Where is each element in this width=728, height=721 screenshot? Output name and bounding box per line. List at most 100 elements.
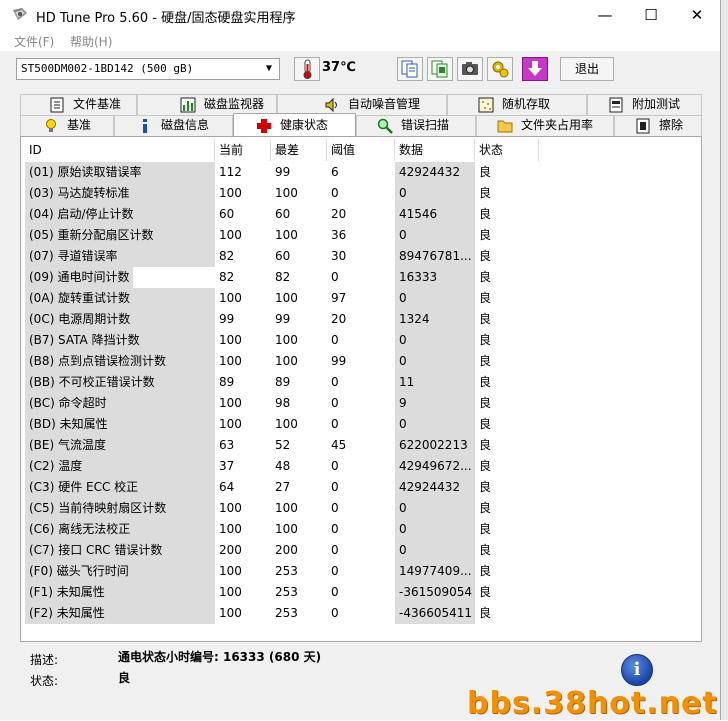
- tab-label: 磁盘信息: [161, 118, 210, 132]
- table-row[interactable]: (F0) 磁头飞行时间 100 253 0 14977409... 良: [25, 561, 699, 582]
- cell-current: 112: [219, 165, 242, 179]
- cell-worst: 52: [275, 438, 291, 452]
- tab-label: 擦除: [659, 118, 684, 132]
- menu-file[interactable]: 文件(F): [14, 33, 54, 50]
- tab-benchmark[interactable]: 基准: [20, 115, 114, 136]
- cell-id: (BB) 不可校正错误计数: [25, 372, 215, 393]
- table-row[interactable]: (BB) 不可校正错误计数 89 89 0 11 良: [25, 372, 699, 393]
- cell-threshold: 0: [331, 564, 339, 578]
- info-small-icon: [143, 119, 147, 133]
- table-row[interactable]: (0A) 旋转重试计数 100 100 97 0 良: [25, 288, 699, 309]
- minimize-button[interactable]: —: [582, 0, 628, 31]
- cell-status: 良: [479, 606, 492, 620]
- cell-worst: 100: [275, 291, 298, 305]
- column-header-data[interactable]: 数据: [395, 139, 475, 161]
- cell-worst: 60: [275, 249, 291, 263]
- tab-health[interactable]: 健康状态: [233, 113, 356, 136]
- health-options-button[interactable]: [487, 57, 513, 81]
- table-row[interactable]: (0C) 电源周期计数 99 99 20 1324 良: [25, 309, 699, 330]
- table-row[interactable]: (B8) 点到点错误检测计数 100 100 99 0 良: [25, 351, 699, 372]
- column-header-status[interactable]: 状态: [475, 139, 539, 161]
- cell-data: 0: [395, 225, 475, 246]
- cell-status: 良: [479, 375, 492, 389]
- cell-data: -436605411: [395, 603, 475, 624]
- cell-status: 良: [479, 480, 492, 494]
- tab-erase[interactable]: 擦除: [614, 115, 702, 136]
- screenshot-button[interactable]: [457, 57, 483, 81]
- cell-current: 100: [219, 333, 242, 347]
- table-row[interactable]: (05) 重新分配扇区计数 100 100 36 0 良: [25, 225, 699, 246]
- table-row[interactable]: (04) 启动/停止计数 60 60 20 41546 良: [25, 204, 699, 225]
- folder-icon: [497, 120, 513, 133]
- tab-label: 文件夹占用率: [521, 118, 594, 132]
- smart-table[interactable]: ID 当前 最差 阈值 数据 状态 (01) 原始读取错误率 112 99 6 4292…: [25, 139, 699, 639]
- info-icon[interactable]: i: [621, 654, 653, 686]
- tab-folder-usage[interactable]: 文件夹占用率: [476, 115, 614, 136]
- cell-current: 100: [219, 291, 242, 305]
- tab-disk-info[interactable]: 磁盘信息: [114, 115, 233, 136]
- maximize-button[interactable]: ☐: [628, 0, 674, 31]
- cell-status: 良: [479, 312, 492, 326]
- cell-id: (BD) 未知属性: [25, 414, 215, 435]
- cell-id: (F1) 未知属性: [25, 582, 215, 603]
- cell-current: 100: [219, 585, 242, 599]
- column-header-id[interactable]: ID: [25, 139, 215, 161]
- title-bar: HD Tune Pro 5.60 - 硬盘/固态硬盘实用程序 — ☐ ✕: [0, 0, 720, 31]
- column-header-current[interactable]: 当前: [215, 139, 271, 161]
- bulb-icon: [46, 119, 56, 132]
- tab-random-access[interactable]: 随机存取: [447, 94, 587, 115]
- cell-worst: 100: [275, 522, 298, 536]
- health-cross-icon: [257, 119, 271, 133]
- table-row[interactable]: (BE) 气流温度 63 52 45 622002213 良: [25, 435, 699, 456]
- table-row[interactable]: (C7) 接口 CRC 错误计数 200 200 0 0 良: [25, 540, 699, 561]
- cell-threshold: 0: [331, 543, 339, 557]
- table-row[interactable]: (C3) 硬件 ECC 校正 64 27 0 42924432 良: [25, 477, 699, 498]
- copy-screen-button[interactable]: [427, 57, 453, 81]
- column-header-threshold[interactable]: 阈值: [327, 139, 395, 161]
- table-row[interactable]: (C2) 温度 37 48 0 42949672... 良: [25, 456, 699, 477]
- health-gear-icon: [492, 61, 509, 78]
- description-label: 描述:: [30, 653, 59, 667]
- table-row[interactable]: (BC) 命令超时 100 98 0 9 良: [25, 393, 699, 414]
- tab-aam[interactable]: 自动噪音管理: [277, 94, 447, 115]
- download-button[interactable]: [522, 57, 548, 81]
- tab-error-scan[interactable]: 错误扫描: [356, 115, 476, 136]
- table-row[interactable]: (B7) SATA 降挡计数 100 100 0 0 良: [25, 330, 699, 351]
- cell-data: 0: [395, 183, 475, 204]
- table-row[interactable]: (09) 通电时间计数 82 82 0 16333 良: [25, 267, 699, 288]
- drive-select[interactable]: ST500DM002-1BD142 (500 gB) ▼: [16, 58, 280, 80]
- table-row[interactable]: (C6) 离线无法校正 100 100 0 0 良: [25, 519, 699, 540]
- cell-threshold: 0: [331, 480, 339, 494]
- tab-disk-monitor[interactable]: 磁盘监视器: [137, 94, 277, 115]
- table-row[interactable]: (C5) 当前待映射扇区计数 100 100 0 0 良: [25, 498, 699, 519]
- tab-extra-tests[interactable]: 附加测试: [587, 94, 702, 115]
- cell-worst: 100: [275, 228, 298, 242]
- cell-worst: 100: [275, 417, 298, 431]
- tab-label: 健康状态: [280, 118, 329, 132]
- tab-label: 磁盘监视器: [204, 97, 265, 111]
- table-row[interactable]: (03) 马达旋转标准 100 100 0 0 良: [25, 183, 699, 204]
- cell-status: 良: [479, 165, 492, 179]
- cell-current: 100: [219, 501, 242, 515]
- menu-help[interactable]: 帮助(H): [70, 33, 112, 50]
- column-header-worst[interactable]: 最差: [271, 139, 327, 161]
- cell-current: 64: [219, 480, 235, 494]
- thermometer-button[interactable]: [294, 57, 320, 81]
- tab-file-benchmark[interactable]: 文件基准: [20, 94, 137, 115]
- cell-data: 0: [395, 540, 475, 561]
- table-row[interactable]: (F1) 未知属性 100 253 0 -361509054 良: [25, 582, 699, 603]
- table-row[interactable]: (BD) 未知属性 100 100 0 0 良: [25, 414, 699, 435]
- table-header: ID 当前 最差 阈值 数据 状态: [25, 139, 699, 161]
- copy-text-button[interactable]: [397, 57, 423, 81]
- exit-button[interactable]: 退出: [560, 57, 614, 81]
- file-benchmark-icon: [50, 97, 64, 113]
- table-row[interactable]: (01) 原始读取错误率 112 99 6 42924432 良: [25, 162, 699, 183]
- close-button[interactable]: ✕: [674, 0, 720, 31]
- cell-data: 41546: [395, 204, 475, 225]
- cell-worst: 98: [275, 396, 291, 410]
- background-window-edge: [721, 0, 728, 720]
- table-row[interactable]: (F2) 未知属性 100 253 0 -436605411 良: [25, 603, 699, 624]
- cell-current: 60: [219, 207, 235, 221]
- table-row[interactable]: (07) 寻道错误率 82 60 30 89476781... 良: [25, 246, 699, 267]
- cell-worst: 100: [275, 501, 298, 515]
